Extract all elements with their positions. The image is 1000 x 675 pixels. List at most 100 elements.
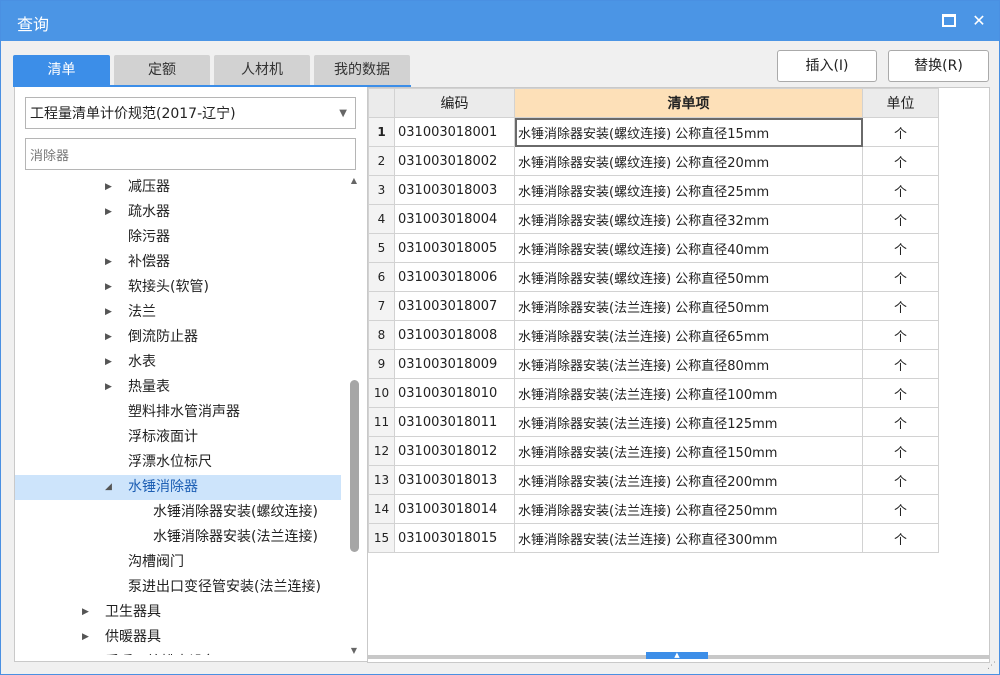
collapsed-arrow-icon[interactable]: ▶ [105,175,112,200]
tree-item[interactable]: 水锤消除器安装(螺纹连接) [15,500,341,525]
tree-item[interactable]: 泵进出口变径管安装(法兰连接) [15,575,341,600]
table-row[interactable]: 5 031003018005 水锤消除器安装(螺纹连接) 公称直径40mm 个 [368,233,939,263]
code-cell[interactable]: 031003018005 [394,233,515,263]
chevron-down-icon[interactable]: ▼ [339,98,347,130]
table-row[interactable]: 4 031003018004 水锤消除器安装(螺纹连接) 公称直径32mm 个 [368,204,939,234]
item-cell[interactable]: 水锤消除器安装(螺纹连接) 公称直径15mm [514,117,863,147]
item-cell[interactable]: 水锤消除器安装(法兰连接) 公称直径300mm [514,523,863,553]
table-row[interactable]: 6 031003018006 水锤消除器安装(螺纹连接) 公称直径50mm 个 [368,262,939,292]
code-cell[interactable]: 031003018003 [394,175,515,205]
row-number-cell[interactable]: 3 [368,175,395,205]
standard-select[interactable]: 工程量清单计价规范(2017-辽宁) ▼ [25,97,356,129]
code-cell[interactable]: 031003018002 [394,146,515,176]
tree-item[interactable]: 除污器 [15,225,341,250]
row-number-cell[interactable]: 7 [368,291,395,321]
row-number-cell[interactable]: 1 [368,117,395,147]
tree-item[interactable]: 浮漂水位标尺 [15,450,341,475]
table-row[interactable]: 10 031003018010 水锤消除器安装(法兰连接) 公称直径100mm 个 [368,378,939,408]
item-cell[interactable]: 水锤消除器安装(法兰连接) 公称直径100mm [514,378,863,408]
tree-item[interactable]: ▶ 供暖器具 [15,625,341,650]
tab-quota[interactable]: 定额 [114,55,210,85]
unit-cell[interactable]: 个 [862,523,939,553]
horizontal-scrollbar[interactable]: ▲ [368,652,989,662]
table-row[interactable]: 1 031003018001 水锤消除器安装(螺纹连接) 公称直径15mm 个 [368,117,939,147]
row-number-cell[interactable]: 13 [368,465,395,495]
row-number-cell[interactable]: 5 [368,233,395,263]
item-column-header[interactable]: 清单项 [514,88,863,118]
close-icon[interactable]: ✕ [967,9,991,33]
unit-cell[interactable]: 个 [862,407,939,437]
tree-item[interactable]: ▶ 水表 [15,350,341,375]
unit-cell[interactable]: 个 [862,175,939,205]
item-cell[interactable]: 水锤消除器安装(法兰连接) 公称直径80mm [514,349,863,379]
tab-bill-items[interactable]: 清单 [13,55,110,85]
code-cell[interactable]: 031003018011 [394,407,515,437]
unit-cell[interactable]: 个 [862,320,939,350]
code-cell[interactable]: 031003018013 [394,465,515,495]
tree-item[interactable]: ▶ 法兰 [15,300,341,325]
table-row[interactable]: 3 031003018003 水锤消除器安装(螺纹连接) 公称直径25mm 个 [368,175,939,205]
table-row[interactable]: 15 031003018015 水锤消除器安装(法兰连接) 公称直径300mm 个 [368,523,939,553]
tree-item[interactable]: ▶ 减压器 [15,175,341,200]
tree-item[interactable]: ▶ 软接头(软管) [15,275,341,300]
tree-item[interactable]: 浮标液面计 [15,425,341,450]
item-cell[interactable]: 水锤消除器安装(法兰连接) 公称直径50mm [514,291,863,321]
scroll-down-icon[interactable]: ▼ [347,645,361,657]
tree-scrollbar[interactable]: ▲ ▼ [347,175,361,659]
collapsed-arrow-icon[interactable]: ▶ [82,650,89,655]
unit-column-header[interactable]: 单位 [862,88,939,118]
collapsed-arrow-icon[interactable]: ▶ [82,625,89,650]
table-row[interactable]: 12 031003018012 水锤消除器安装(法兰连接) 公称直径150mm 个 [368,436,939,466]
collapsed-arrow-icon[interactable]: ▶ [105,250,112,275]
row-number-cell[interactable]: 4 [368,204,395,234]
unit-cell[interactable]: 个 [862,349,939,379]
item-cell[interactable]: 水锤消除器安装(法兰连接) 公称直径200mm [514,465,863,495]
tree-item[interactable]: ▶ 疏水器 [15,200,341,225]
item-cell[interactable]: 水锤消除器安装(螺纹连接) 公称直径20mm [514,146,863,176]
collapsed-arrow-icon[interactable]: ▶ [105,200,112,225]
code-cell[interactable]: 031003018009 [394,349,515,379]
maximize-icon[interactable] [937,9,961,33]
row-number-cell[interactable]: 14 [368,494,395,524]
collapsed-arrow-icon[interactable]: ▶ [105,325,112,350]
collapsed-arrow-icon[interactable]: ▶ [105,300,112,325]
code-cell[interactable]: 031003018010 [394,378,515,408]
tree-item[interactable]: ▶ 采暖、给排水设备 [15,650,341,655]
item-cell[interactable]: 水锤消除器安装(法兰连接) 公称直径125mm [514,407,863,437]
tree-item[interactable]: 塑料排水管消声器 [15,400,341,425]
item-cell[interactable]: 水锤消除器安装(法兰连接) 公称直径150mm [514,436,863,466]
code-cell[interactable]: 031003018015 [394,523,515,553]
code-cell[interactable]: 031003018004 [394,204,515,234]
table-row[interactable]: 7 031003018007 水锤消除器安装(法兰连接) 公称直径50mm 个 [368,291,939,321]
unit-cell[interactable]: 个 [862,465,939,495]
row-number-cell[interactable]: 15 [368,523,395,553]
table-row[interactable]: 9 031003018009 水锤消除器安装(法兰连接) 公称直径80mm 个 [368,349,939,379]
tree-item[interactable]: ▶ 倒流防止器 [15,325,341,350]
unit-cell[interactable]: 个 [862,117,939,147]
search-input[interactable] [25,138,356,170]
unit-cell[interactable]: 个 [862,146,939,176]
tree-item[interactable]: ▶ 卫生器具 [15,600,341,625]
item-cell[interactable]: 水锤消除器安装(法兰连接) 公称直径65mm [514,320,863,350]
scrollbar-thumb[interactable] [350,380,359,552]
collapsed-arrow-icon[interactable]: ▶ [105,275,112,300]
resize-grip-icon[interactable]: ⋰ [987,661,996,671]
tree-item[interactable]: ▶ 补偿器 [15,250,341,275]
row-number-cell[interactable]: 10 [368,378,395,408]
code-cell[interactable]: 031003018008 [394,320,515,350]
tab-labor-materials[interactable]: 人材机 [214,55,310,85]
row-number-cell[interactable]: 8 [368,320,395,350]
code-cell[interactable]: 031003018014 [394,494,515,524]
expanded-arrow-icon[interactable]: ◢ [105,475,112,500]
unit-cell[interactable]: 个 [862,436,939,466]
item-cell[interactable]: 水锤消除器安装(螺纹连接) 公称直径25mm [514,175,863,205]
code-cell[interactable]: 031003018006 [394,262,515,292]
table-row[interactable]: 8 031003018008 水锤消除器安装(法兰连接) 公称直径65mm 个 [368,320,939,350]
collapsed-arrow-icon[interactable]: ▶ [105,375,112,400]
code-cell[interactable]: 031003018007 [394,291,515,321]
item-cell[interactable]: 水锤消除器安装(螺纹连接) 公称直径50mm [514,262,863,292]
tree-item[interactable]: ◢ 水锤消除器 [15,475,341,500]
unit-cell[interactable]: 个 [862,262,939,292]
item-cell[interactable]: 水锤消除器安装(法兰连接) 公称直径250mm [514,494,863,524]
replace-button[interactable]: 替换(R) [888,50,989,82]
